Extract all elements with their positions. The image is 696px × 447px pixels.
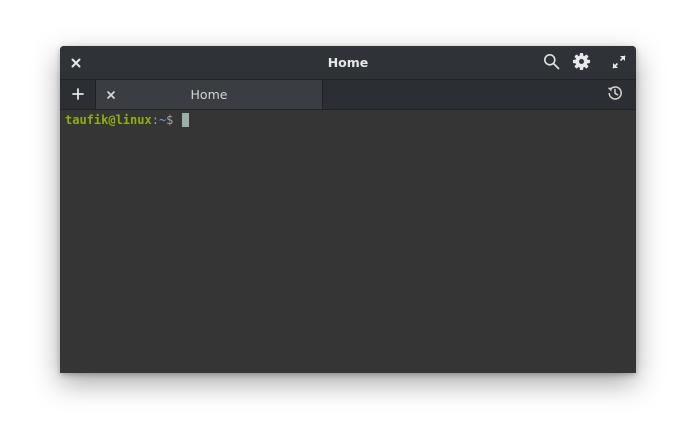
terminal-area[interactable]: taufik@linux: ~ $ (60, 110, 636, 373)
prompt-line: taufik@linux: ~ $ (65, 112, 189, 128)
prompt-path: ~ (158, 113, 167, 127)
terminal-window: Home Home taufik@linux: ~ $ (60, 46, 636, 373)
maximize-button[interactable] (608, 52, 630, 74)
search-icon (543, 53, 560, 74)
prompt-symbol: $ (166, 113, 181, 127)
tab-label: Home (190, 87, 228, 102)
new-tab-button[interactable] (60, 80, 96, 109)
text-cursor (181, 113, 189, 127)
close-icon (106, 85, 116, 104)
tab-history-button[interactable] (604, 84, 626, 106)
tab-bar: Home (60, 80, 636, 110)
close-icon (70, 54, 82, 73)
close-tab-button[interactable] (101, 84, 121, 104)
plus-icon (71, 85, 84, 104)
prompt-user-host: taufik@linux (65, 113, 152, 127)
maximize-icon (612, 54, 626, 73)
tab-home[interactable]: Home (96, 80, 323, 109)
history-icon (606, 84, 624, 106)
prompt-separator: : (151, 113, 159, 127)
titlebar: Home (60, 46, 636, 80)
search-button[interactable] (540, 52, 562, 74)
close-window-button[interactable] (65, 52, 87, 74)
gear-icon (572, 52, 591, 75)
settings-button[interactable] (570, 52, 592, 74)
